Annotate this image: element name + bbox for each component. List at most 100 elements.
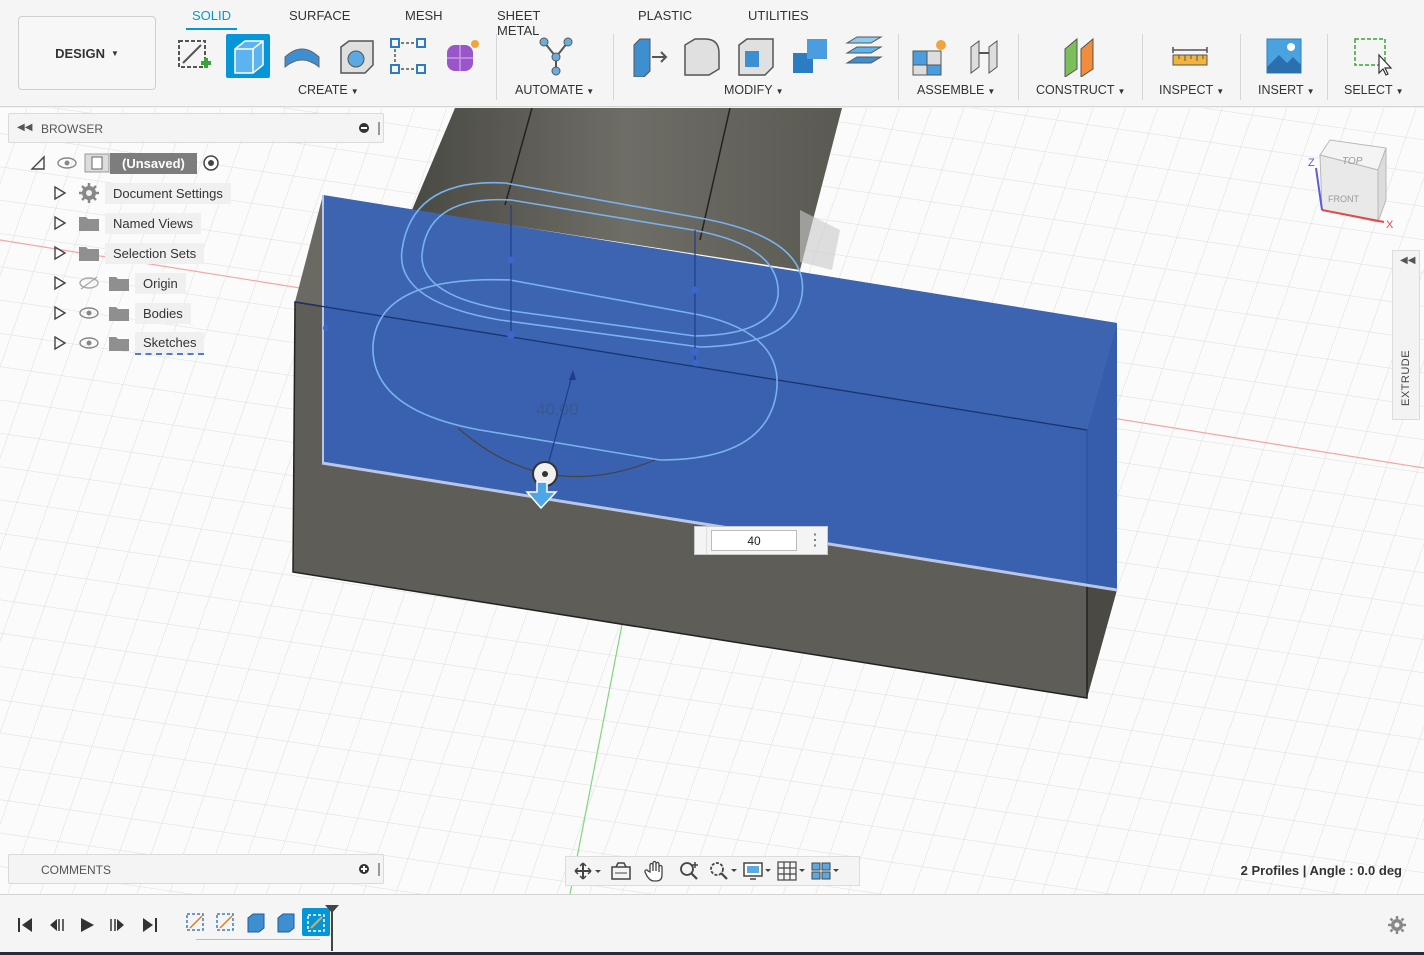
select-menu[interactable]: SELECT ▼ [1344, 83, 1404, 97]
root-component-label: (Unsaved) [110, 152, 197, 174]
pattern-button[interactable] [386, 34, 430, 78]
expand-triangle-icon[interactable] [52, 275, 68, 291]
automate-button[interactable] [534, 34, 578, 78]
timeline [0, 894, 1424, 955]
browser-root[interactable]: (Unsaved) [30, 150, 221, 176]
drag-grip-icon[interactable] [695, 527, 707, 554]
step-forward-button[interactable] [107, 914, 129, 936]
display-settings-button[interactable] [742, 859, 772, 883]
inspect-menu[interactable]: INSPECT ▼ [1159, 83, 1224, 97]
press-pull-button[interactable] [627, 34, 671, 78]
assemble-menu[interactable]: ASSEMBLE ▼ [917, 83, 995, 97]
viewports-button[interactable] [810, 859, 840, 883]
skip-end-icon [143, 918, 157, 932]
expand-triangle-icon[interactable] [52, 185, 68, 201]
scene-3d[interactable]: 40.00 TOP FRONT X Z [0, 108, 1424, 894]
timeline-extrude-item[interactable] [274, 910, 298, 934]
zoom-window-button[interactable] [708, 859, 738, 883]
orbit-icon [574, 862, 601, 880]
canvas-viewport[interactable]: 40.00 TOP FRONT X Z [0, 108, 1424, 894]
tab-mesh[interactable]: MESH [405, 8, 443, 23]
pan-button[interactable] [640, 859, 670, 883]
more-options-icon[interactable]: ⋮ [807, 532, 823, 549]
tab-surface[interactable]: SURFACE [289, 8, 350, 23]
minimize-icon[interactable] [359, 123, 369, 133]
distance-input[interactable] [711, 530, 797, 551]
activate-radio-icon[interactable] [201, 153, 221, 173]
zoom-window-icon [710, 862, 737, 880]
timeline-sketch-item[interactable] [184, 910, 208, 934]
timeline-sketch-item[interactable] [214, 910, 238, 934]
grid-settings-button[interactable] [776, 859, 806, 883]
drag-grip-icon[interactable] [378, 863, 380, 876]
fillet-icon [684, 38, 720, 76]
drag-grip-icon[interactable] [378, 122, 380, 135]
hole-button[interactable] [334, 34, 378, 78]
chevron-down-icon: ▼ [1306, 87, 1315, 96]
browser-item-bodies[interactable]: Bodies [52, 300, 191, 326]
expand-triangle-icon[interactable] [52, 215, 68, 231]
chevron-down-icon: ▼ [987, 87, 996, 96]
play-button[interactable] [76, 914, 98, 936]
tab-utilities[interactable]: UTILITIES [748, 8, 809, 23]
measure-icon [1172, 47, 1208, 66]
select-button[interactable] [1350, 34, 1394, 78]
combine-button[interactable] [788, 34, 832, 78]
revolve-icon [284, 48, 320, 69]
expand-triangle-icon[interactable] [52, 335, 68, 351]
create-sketch-button[interactable] [172, 34, 216, 78]
comments-title: COMMENTS [41, 863, 111, 877]
chevron-down-icon: ▼ [586, 87, 595, 96]
joint-button[interactable] [962, 34, 1006, 78]
timeline-extrude-item[interactable] [244, 910, 268, 934]
collapse-triangle-icon[interactable] [30, 155, 46, 171]
extrude-panel-tab[interactable]: ◀◀ EXTRUDE [1392, 250, 1420, 420]
browser-item-named-views[interactable]: Named Views [52, 210, 201, 236]
chevron-down-icon: ▼ [1117, 87, 1126, 96]
eye-icon[interactable] [78, 335, 100, 351]
zoom-button[interactable] [674, 859, 704, 883]
insert-menu[interactable]: INSERT ▼ [1258, 83, 1315, 97]
extrude-button[interactable] [226, 34, 270, 78]
create-form-button[interactable] [440, 34, 484, 78]
workspace-dropdown[interactable]: DESIGN ▼ [18, 16, 156, 90]
timeline-settings-button[interactable] [1386, 914, 1408, 936]
eye-icon[interactable] [56, 155, 78, 171]
measure-button[interactable] [1168, 34, 1212, 78]
expand-triangle-icon[interactable] [52, 305, 68, 321]
browser-item-selection-sets[interactable]: Selection Sets [52, 240, 205, 266]
go-to-end-button[interactable] [139, 914, 161, 936]
revolve-button[interactable] [280, 34, 324, 78]
look-at-button[interactable] [606, 859, 636, 883]
new-component-button[interactable] [908, 34, 952, 78]
insert-image-button[interactable] [1262, 34, 1306, 78]
timeline-track [196, 939, 320, 940]
shell-button[interactable] [734, 34, 778, 78]
modify-menu[interactable]: MODIFY ▼ [724, 83, 784, 97]
add-comment-icon[interactable] [359, 864, 369, 874]
pan-hand-icon [644, 860, 663, 882]
tab-solid[interactable]: SOLID [185, 8, 238, 30]
browser-item-document-settings[interactable]: Document Settings [52, 180, 231, 206]
grid-icon [777, 861, 805, 881]
step-back-button[interactable] [45, 914, 67, 936]
tab-plastic[interactable]: PLASTIC [638, 8, 692, 23]
offset-plane-button[interactable] [1058, 34, 1102, 78]
create-menu[interactable]: CREATE ▼ [298, 83, 359, 97]
timeline-marker-icon[interactable] [324, 903, 340, 955]
offset-face-button[interactable] [842, 34, 886, 78]
viewports-icon [811, 862, 839, 880]
construct-menu[interactable]: CONSTRUCT ▼ [1036, 83, 1125, 97]
expand-panel-icon[interactable]: ◀◀ [1400, 255, 1415, 266]
collapse-panel-icon[interactable]: ◀◀ [17, 122, 32, 133]
separator [1240, 34, 1241, 100]
orbit-button[interactable] [572, 859, 602, 883]
expand-triangle-icon[interactable] [52, 245, 68, 261]
eye-hidden-icon[interactable] [78, 275, 100, 291]
browser-item-sketches[interactable]: Sketches [52, 330, 205, 356]
fillet-button[interactable] [680, 34, 724, 78]
eye-icon[interactable] [78, 305, 100, 321]
go-to-start-button[interactable] [14, 914, 36, 936]
browser-item-origin[interactable]: Origin [52, 270, 186, 296]
automate-menu[interactable]: AUTOMATE ▼ [515, 83, 594, 97]
